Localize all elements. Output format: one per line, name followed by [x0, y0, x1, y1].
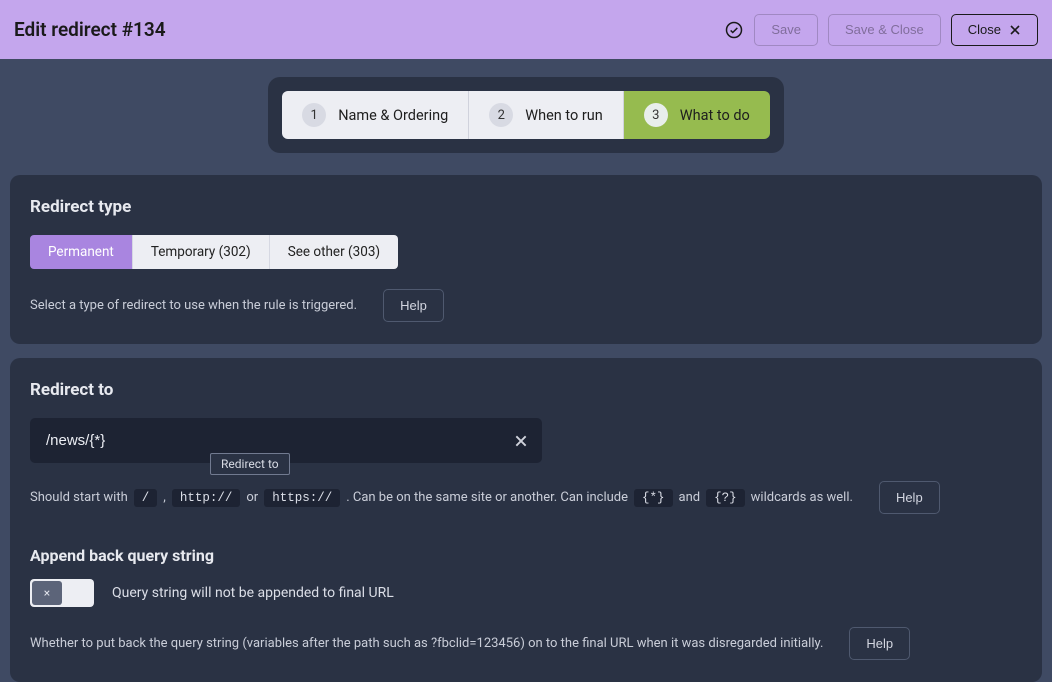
code-chip: https:// [264, 489, 340, 507]
append-qs-toggle[interactable]: × [30, 579, 94, 607]
toggle-status-label: Query string will not be appended to fin… [112, 585, 394, 601]
panel-title: Redirect to [30, 380, 1022, 400]
section-title-append-qs: Append back query string [30, 546, 1022, 565]
panel-redirect-to: Redirect to Redirect to Should start wit… [10, 358, 1042, 682]
option-permanent[interactable]: Permanent [30, 235, 132, 269]
step-label: Name & Ordering [338, 107, 448, 124]
option-see-other[interactable]: See other (303) [269, 235, 398, 269]
help-button[interactable]: Help [383, 289, 444, 322]
close-icon [1009, 24, 1021, 36]
stepper-container: 1 Name & Ordering 2 When to run 3 What t… [0, 59, 1052, 175]
stepper: 1 Name & Ordering 2 When to run 3 What t… [268, 77, 784, 153]
clear-input-button[interactable] [510, 430, 532, 452]
toggle-row: × Query string will not be appended to f… [30, 579, 1022, 607]
tooltip: Redirect to [210, 453, 290, 475]
step-label: What to do [680, 107, 750, 124]
hint-text: Select a type of redirect to use when th… [30, 298, 357, 313]
option-temporary[interactable]: Temporary (302) [132, 235, 269, 269]
close-button-label: Close [968, 22, 1001, 37]
hint-row: Whether to put back the query string (va… [30, 627, 1022, 660]
page-title: Edit redirect #134 [14, 18, 166, 41]
header-actions: Save Save & Close Close [724, 14, 1038, 46]
save-close-button[interactable]: Save & Close [828, 14, 941, 46]
step-number: 2 [489, 103, 513, 127]
save-button[interactable]: Save [754, 14, 818, 46]
status-ok-icon [724, 20, 744, 40]
step-name-ordering[interactable]: 1 Name & Ordering [282, 91, 468, 139]
code-chip: {*} [634, 489, 673, 507]
panel-redirect-type: Redirect type Permanent Temporary (302) … [10, 175, 1042, 344]
code-chip: {?} [706, 489, 745, 507]
step-what-to-do[interactable]: 3 What to do [623, 91, 770, 139]
help-button[interactable]: Help [879, 481, 940, 514]
step-number: 3 [644, 103, 668, 127]
hint-text: Whether to put back the query string (va… [30, 636, 823, 651]
panel-title: Redirect type [30, 197, 1022, 217]
help-button[interactable]: Help [849, 627, 910, 660]
redirect-type-selector: Permanent Temporary (302) See other (303… [30, 235, 398, 269]
hint-row: Select a type of redirect to use when th… [30, 289, 1022, 322]
close-button[interactable]: Close [951, 14, 1038, 46]
step-when-to-run[interactable]: 2 When to run [468, 91, 623, 139]
code-chip: http:// [172, 489, 241, 507]
header: Edit redirect #134 Save Save & Close Clo… [0, 0, 1052, 59]
step-number: 1 [302, 103, 326, 127]
toggle-knob: × [32, 581, 62, 605]
code-chip: / [134, 489, 158, 507]
close-icon [514, 434, 528, 448]
redirect-to-hint: Redirect to Should start with / , http:/… [30, 481, 1022, 514]
step-label: When to run [525, 107, 603, 124]
